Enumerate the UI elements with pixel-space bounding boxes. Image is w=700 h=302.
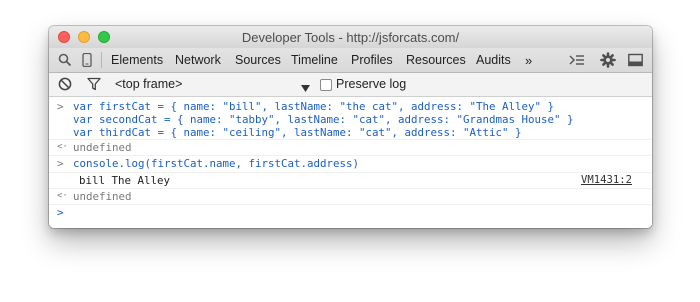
toolbar-divider xyxy=(101,52,102,68)
result-arrow-icon: <· xyxy=(57,191,68,201)
devtools-window: Developer Tools - http://jsforcats.com/ … xyxy=(49,26,652,228)
panel-tab-bar: Elements Network Sources Timeline Profil… xyxy=(49,48,652,73)
console-toolbar: <top frame> Preserve log xyxy=(49,73,652,97)
window-title: Developer Tools - http://jsforcats.com/ xyxy=(241,30,460,45)
search-icon[interactable] xyxy=(58,53,72,67)
code-line: var thirdCat = { name: "ceiling", lastNa… xyxy=(73,126,522,139)
more-tabs-button[interactable]: » xyxy=(525,48,532,72)
tab-profiles[interactable]: Profiles xyxy=(351,48,393,72)
console-log-entry: bill The Alley VM1431:2 xyxy=(49,172,652,189)
dock-side-icon[interactable] xyxy=(628,53,643,67)
tab-network[interactable]: Network xyxy=(175,48,221,72)
result-value: undefined xyxy=(73,190,132,203)
result-arrow-icon: <· xyxy=(57,142,68,152)
prompt-chevron-icon: > xyxy=(57,206,64,219)
tab-timeline[interactable]: Timeline xyxy=(291,48,338,72)
filter-icon[interactable] xyxy=(87,77,101,94)
result-value: undefined xyxy=(73,141,132,154)
log-message: bill The Alley xyxy=(79,174,171,187)
title-bar: Developer Tools - http://jsforcats.com/ xyxy=(49,26,652,48)
tab-elements[interactable]: Elements xyxy=(111,48,163,72)
frame-select-arrow-icon[interactable] xyxy=(301,81,310,95)
code-line: var firstCat = { name: "bill", lastName:… xyxy=(73,100,555,113)
preserve-log-checkbox[interactable] xyxy=(320,79,332,91)
clear-console-icon[interactable] xyxy=(58,77,72,94)
console-output: > var firstCat = { name: "bill", lastNam… xyxy=(49,97,652,228)
device-mode-icon[interactable] xyxy=(82,52,92,68)
gear-icon[interactable] xyxy=(600,52,616,68)
code-line: console.log(firstCat.name, firstCat.addr… xyxy=(73,157,360,170)
console-prompt-input[interactable]: > xyxy=(49,204,652,228)
console-drawer-icon[interactable] xyxy=(569,53,585,67)
console-input-entry: > console.log(firstCat.name, firstCat.ad… xyxy=(49,155,652,173)
preserve-log-label[interactable]: Preserve log xyxy=(336,73,406,96)
prompt-chevron-icon: > xyxy=(57,100,64,113)
console-result-entry: <· undefined xyxy=(49,139,652,156)
frame-select[interactable]: <top frame> xyxy=(115,73,182,96)
log-source-link[interactable]: VM1431:2 xyxy=(581,174,632,187)
console-input-entry: > var firstCat = { name: "bill", lastNam… xyxy=(49,97,652,140)
tab-sources[interactable]: Sources xyxy=(235,48,281,72)
code-line: var secondCat = { name: "tabby", lastNam… xyxy=(73,113,574,126)
console-result-entry: <· undefined xyxy=(49,188,652,205)
tab-resources[interactable]: Resources xyxy=(406,48,466,72)
prompt-chevron-icon: > xyxy=(57,157,64,170)
tab-audits[interactable]: Audits xyxy=(476,48,511,72)
